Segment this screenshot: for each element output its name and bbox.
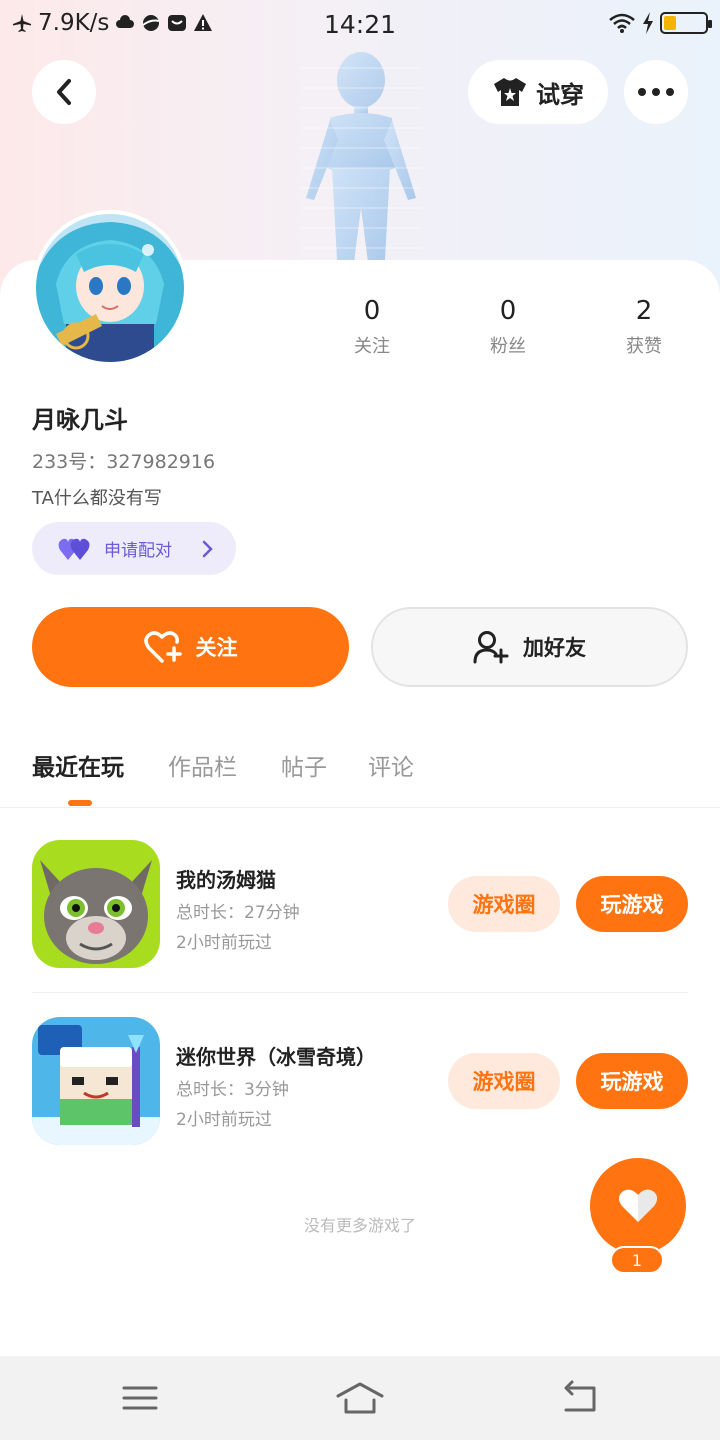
- pair-request-button[interactable]: 申请配对: [32, 522, 236, 575]
- tabs-divider: [0, 807, 720, 808]
- game-row[interactable]: 我的汤姆猫 总时长：27分钟 2小时前玩过 游戏圈 玩游戏: [0, 840, 720, 970]
- add-user-icon: [473, 631, 509, 664]
- charging-icon: [643, 12, 653, 34]
- avatar-image: [36, 214, 184, 362]
- tom-cat-icon: [32, 840, 160, 968]
- game-circle-button[interactable]: 游戏圈: [448, 1053, 560, 1109]
- profile-stats: 0 关注 0 粉丝 2 获赞: [300, 296, 720, 366]
- follow-label: 关注: [195, 636, 238, 660]
- status-bar: 7.9K/s 14:21: [0, 0, 720, 50]
- chevron-right-icon: [202, 540, 213, 557]
- game-row[interactable]: 迷你世界（冰雪奇境） 总时长：3分钟 2小时前玩过 游戏圈 玩游戏: [0, 1017, 720, 1147]
- like-button[interactable]: [590, 1158, 686, 1254]
- game-icon-mini-world[interactable]: [32, 1017, 160, 1145]
- game-title[interactable]: 我的汤姆猫: [176, 864, 276, 893]
- avatar[interactable]: [32, 210, 188, 366]
- user-id: 233号：327982916: [32, 451, 216, 473]
- game-last-played: 2小时前玩过: [176, 1110, 272, 1130]
- back-button[interactable]: [32, 60, 96, 124]
- game-icon-tom-cat[interactable]: [32, 840, 160, 968]
- wifi-icon: [609, 13, 635, 33]
- stat-following[interactable]: 0 关注: [312, 296, 432, 358]
- game-duration: 总时长：27分钟: [176, 903, 300, 923]
- more-dots-icon: [638, 88, 674, 96]
- back-nav-icon[interactable]: [560, 1378, 600, 1418]
- add-friend-button[interactable]: 加好友: [371, 607, 688, 687]
- double-heart-icon: [58, 538, 90, 560]
- user-bio: TA什么都没有写: [32, 488, 162, 509]
- mini-world-icon: [32, 1017, 160, 1145]
- game-title[interactable]: 迷你世界（冰雪奇境）: [176, 1041, 376, 1070]
- stat-value: 0: [363, 296, 381, 326]
- tab-comments[interactable]: 评论: [368, 748, 414, 782]
- try-on-button[interactable]: 试穿: [468, 60, 608, 124]
- avatar-3d-figure: [300, 52, 422, 278]
- tab-posts[interactable]: 帖子: [281, 748, 327, 782]
- play-game-button[interactable]: 玩游戏: [576, 1053, 688, 1109]
- stat-label: 粉丝: [490, 336, 526, 357]
- more-button[interactable]: [624, 60, 688, 124]
- tab-recently-played[interactable]: 最近在玩: [32, 748, 124, 782]
- follow-button[interactable]: 关注: [32, 607, 349, 687]
- status-right: [608, 12, 712, 34]
- chevron-left-icon: [57, 79, 71, 105]
- battery-icon: [660, 12, 712, 34]
- game-last-played: 2小时前玩过: [176, 933, 272, 953]
- game-duration: 总时长：3分钟: [176, 1080, 289, 1100]
- heart-icon: [619, 1189, 657, 1222]
- stat-label: 关注: [354, 336, 390, 357]
- shirt-icon: [494, 78, 526, 106]
- stat-value: 2: [635, 296, 653, 326]
- like-count-badge: 1: [610, 1246, 664, 1274]
- add-friend-label: 加好友: [523, 636, 586, 660]
- game-circle-button[interactable]: 游戏圈: [448, 876, 560, 932]
- row-divider: [32, 992, 688, 993]
- active-tab-indicator: [68, 800, 92, 806]
- try-on-label: 试穿: [536, 80, 584, 109]
- battery-level: [664, 16, 676, 30]
- stat-label: 获赞: [626, 336, 662, 357]
- tab-works[interactable]: 作品栏: [168, 748, 237, 782]
- home-icon[interactable]: [336, 1378, 384, 1418]
- stat-value: 0: [499, 296, 517, 326]
- system-nav-bar: [0, 1356, 720, 1440]
- username: 月咏几斗: [32, 406, 128, 434]
- play-game-button[interactable]: 玩游戏: [576, 876, 688, 932]
- menu-icon[interactable]: [120, 1378, 160, 1418]
- stat-likes[interactable]: 2 获赞: [584, 296, 704, 358]
- heart-plus-icon: [143, 631, 182, 663]
- stat-followers[interactable]: 0 粉丝: [448, 296, 568, 358]
- pair-request-label: 申请配对: [104, 541, 172, 561]
